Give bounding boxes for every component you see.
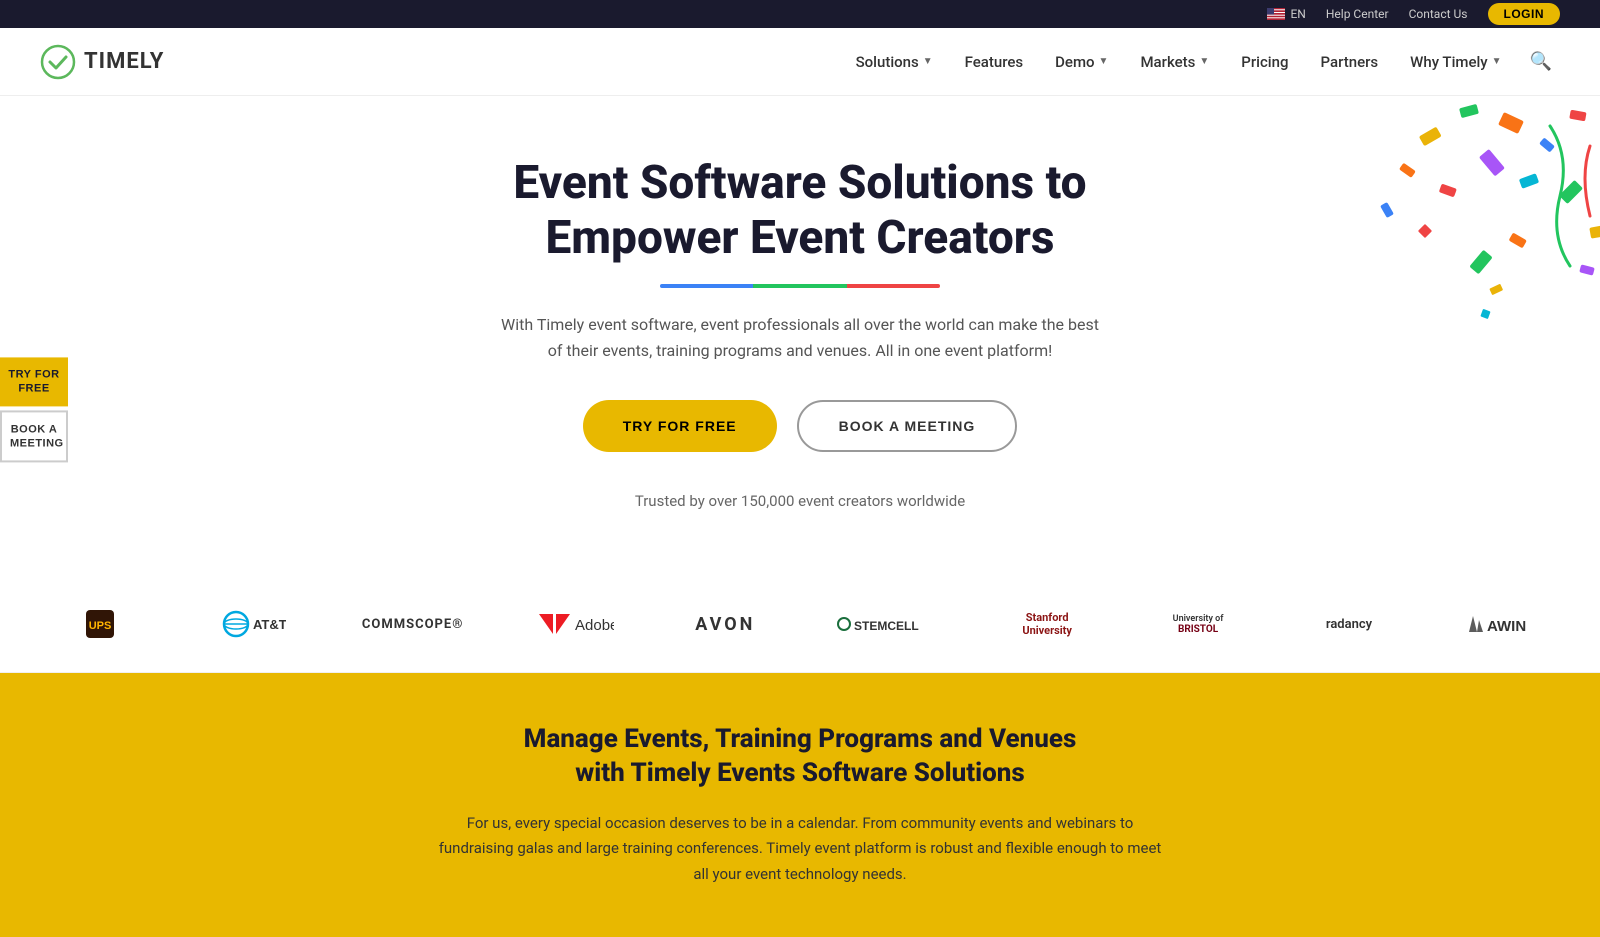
chevron-down-icon: ▼: [1199, 56, 1209, 67]
try-for-free-button[interactable]: TRY FOR FREE: [583, 400, 777, 452]
main-navigation: TIMELY Solutions ▼ Features Demo ▼ Marke…: [0, 28, 1600, 96]
nav-demo[interactable]: Demo ▼: [1043, 45, 1120, 79]
svg-text:UPS: UPS: [89, 620, 112, 632]
svg-text:AWIN: AWIN: [1487, 618, 1526, 635]
att-logo-icon: AT&T: [216, 610, 286, 638]
nav-features[interactable]: Features: [953, 45, 1035, 79]
ups-logo-icon: UPS: [82, 606, 118, 642]
logo-stanford: Stanford University: [1007, 611, 1087, 637]
logo-text: TIMELY: [84, 49, 164, 74]
logo-ups: UPS: [60, 606, 140, 642]
adobe-logo-icon: Adobe: [534, 610, 614, 638]
side-buttons: TRY FOR FREE BOOK A MEETING: [0, 357, 68, 462]
logo-radancy: radancy: [1309, 617, 1389, 632]
logo-commscope: COMMSCOPE®: [362, 617, 464, 632]
chevron-down-icon: ▼: [1492, 56, 1502, 67]
logo-bristol: University of BRISTOL: [1158, 614, 1238, 635]
contact-us-link[interactable]: Contact Us: [1409, 7, 1468, 21]
trusted-text: Trusted by over 150,000 event creators w…: [635, 492, 965, 510]
lang-label: EN: [1290, 7, 1305, 21]
svg-text:STEMCELL: STEMCELL: [854, 619, 919, 633]
logo-avon: AVON: [685, 614, 765, 635]
nav-partners[interactable]: Partners: [1309, 45, 1391, 79]
language-selector[interactable]: EN: [1267, 7, 1305, 21]
login-button[interactable]: LOGIN: [1488, 3, 1561, 25]
hero-subtitle: With Timely event software, event profes…: [500, 312, 1100, 363]
awin-logo-icon: AWIN: [1465, 610, 1535, 638]
book-a-meeting-button[interactable]: BOOK A MEETING: [797, 400, 1018, 452]
logo-icon: [40, 44, 76, 80]
hero-buttons: TRY FOR FREE BOOK A MEETING: [583, 400, 1018, 452]
nav-markets[interactable]: Markets ▼: [1128, 45, 1221, 79]
logos-bar: UPS AT&T COMMSCOPE® Adobe AVON STEMCELL: [0, 576, 1600, 673]
underline-red: [847, 284, 940, 288]
svg-text:AT&T: AT&T: [253, 617, 286, 632]
yellow-text: For us, every special occasion deserves …: [430, 811, 1170, 888]
nav-why-timely[interactable]: Why Timely ▼: [1398, 45, 1513, 79]
search-icon[interactable]: 🔍: [1522, 43, 1560, 80]
confetti-svg: [1220, 96, 1600, 476]
logo-awin: AWIN: [1460, 610, 1540, 638]
confetti-decoration: [1220, 96, 1600, 476]
side-try-free-button[interactable]: TRY FOR FREE: [0, 357, 68, 406]
side-book-meeting-button[interactable]: BOOK A MEETING: [0, 410, 68, 463]
stemcell-logo-icon: STEMCELL: [836, 610, 936, 638]
top-bar: EN Help Center Contact Us LOGIN: [0, 0, 1600, 28]
help-center-link[interactable]: Help Center: [1326, 7, 1389, 21]
yellow-title: Manage Events, Training Programs and Ven…: [200, 723, 1400, 791]
nav-pricing[interactable]: Pricing: [1229, 45, 1300, 79]
svg-text:Adobe: Adobe: [575, 617, 614, 634]
hero-title: Event Software Solutions to Empower Even…: [513, 156, 1086, 266]
hero-section: Event Software Solutions to Empower Even…: [0, 96, 1600, 576]
chevron-down-icon: ▼: [923, 56, 933, 67]
logo-link[interactable]: TIMELY: [40, 44, 164, 80]
title-underline: [660, 284, 940, 288]
nav-solutions[interactable]: Solutions ▼: [844, 45, 945, 79]
flag-icon: [1267, 8, 1285, 20]
underline-blue: [660, 284, 753, 288]
underline-green: [753, 284, 846, 288]
nav-links: Solutions ▼ Features Demo ▼ Markets ▼ Pr…: [844, 43, 1560, 80]
chevron-down-icon: ▼: [1099, 56, 1109, 67]
logo-stemcell: STEMCELL: [836, 610, 936, 638]
yellow-section: Manage Events, Training Programs and Ven…: [0, 673, 1600, 937]
logo-att: AT&T: [211, 610, 291, 638]
logo-adobe: Adobe: [534, 610, 614, 638]
